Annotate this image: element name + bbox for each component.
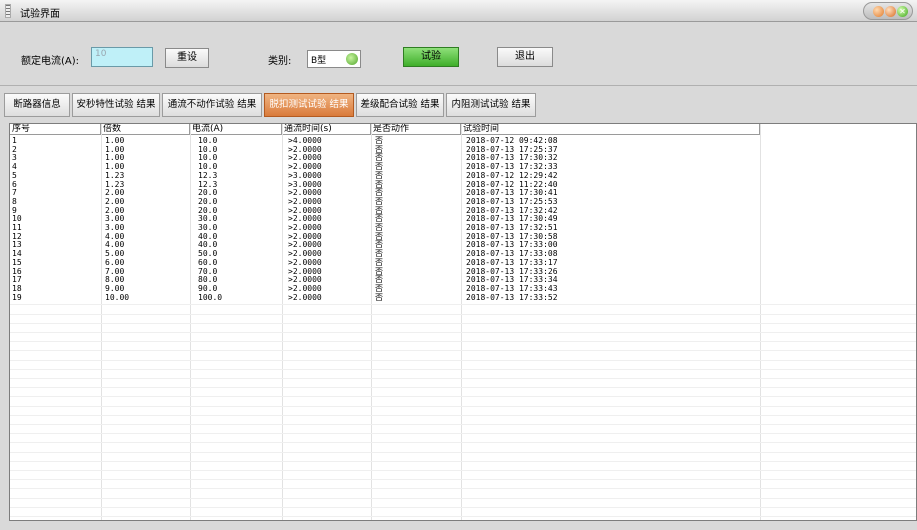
grid-row-line (10, 368, 916, 370)
grid-row-line (10, 488, 916, 490)
table-row[interactable]: 10 3.00 30.0 >2.0000 否 2018-07-13 17:30:49 (10, 215, 916, 224)
column-header-tripped[interactable]: 是否动作 (371, 124, 461, 135)
table-cell: 100.0 (198, 292, 223, 302)
grid-row-line (10, 506, 916, 508)
column-header-current[interactable]: 电流(A) (190, 124, 282, 135)
tab-selectivity[interactable]: 差级配合试验 结果 (356, 93, 444, 117)
test-button[interactable]: 试验 (403, 47, 459, 67)
column-header-multiple[interactable]: 倍数 (101, 124, 190, 135)
tab-no-trip[interactable]: 通流不动作试验 结果 (162, 93, 262, 117)
table-row[interactable]: 15 6.00 60.0 >2.0000 否 2018-07-13 17:33:17 (10, 258, 916, 268)
column-header-index[interactable]: 序号 (10, 124, 101, 135)
table-cell: 10.00 (105, 292, 130, 302)
grid-row-line (10, 469, 916, 471)
table-row[interactable]: 11 3.00 30.0 >2.0000 否 2018-07-13 17:32:51 (10, 223, 916, 233)
table-cell: 否 (375, 292, 383, 302)
type-select[interactable]: B型 (307, 50, 361, 68)
grid-row-line (10, 405, 916, 407)
grid-row-line (10, 304, 916, 306)
grid-row-line (10, 331, 916, 333)
grid-row-line (10, 433, 916, 435)
exit-button[interactable]: 退出 (497, 47, 553, 67)
table-row[interactable]: 17 8.00 80.0 >2.0000 否 2018-07-13 17:33:34 (10, 275, 916, 285)
window-title: 试验界面 (20, 9, 60, 20)
column-header-test-time[interactable]: 试验时间 (461, 124, 760, 135)
tab-ampere-second[interactable]: 安秒特性试验 结果 (72, 93, 160, 117)
grid-row-line (10, 497, 916, 499)
rated-current-label: 额定电流(A): (21, 56, 80, 67)
window-controls: ✕ (863, 2, 913, 20)
table-row[interactable]: 9 2.00 20.0 >2.0000 否 2018-07-13 17:32:42 (10, 206, 916, 216)
table-row[interactable]: 8 2.00 20.0 >2.0000 否 2018-07-13 17:25:53 (10, 197, 916, 207)
column-header-duration[interactable]: 通流时间(s) (282, 124, 371, 135)
tab-resistance[interactable]: 内阻测试试验 结果 (446, 93, 536, 117)
grid-row-line (10, 322, 916, 324)
title-bar: 试验界面 ✕ (0, 0, 917, 22)
minimize-icon[interactable] (873, 6, 884, 17)
reset-button[interactable]: 重设 (165, 48, 209, 68)
close-icon[interactable]: ✕ (897, 6, 908, 17)
table-header: 序号 倍数 电流(A) 通流时间(s) 是否动作 试验时间 (10, 124, 916, 135)
grid-row-line (10, 341, 916, 343)
grid-row-line (10, 460, 916, 462)
table-row[interactable]: 13 4.00 40.0 >2.0000 否 2018-07-13 17:33:00 (10, 241, 916, 250)
type-select-value: B型 (311, 56, 327, 66)
control-panel: 额定电流(A): 10 重设 类别: B型 试验 退出 (0, 22, 917, 86)
tab-breaker-info[interactable]: 断路器信息 (4, 93, 70, 117)
grid-row-line (10, 313, 916, 315)
table-row[interactable]: 12 4.00 40.0 >2.0000 否 2018-07-13 17:30:58 (10, 232, 916, 242)
table-row[interactable]: 19 10.00 100.0 >2.0000 否 2018-07-13 17:33:52 (10, 292, 916, 303)
table-cell: 19 (12, 292, 22, 302)
table-row[interactable]: 14 5.00 50.0 >2.0000 否 2018-07-13 17:33:08 (10, 249, 916, 259)
grid-row-line (10, 442, 916, 444)
grid-row-line (10, 377, 916, 379)
grid-row-line (10, 515, 916, 517)
grid-row-line (10, 387, 916, 389)
grip-icon (5, 4, 11, 18)
grid-row-line (10, 414, 916, 416)
dropdown-arrow-icon[interactable] (346, 53, 358, 65)
table-cell: >2.0000 (288, 292, 322, 302)
type-label: 类别: (268, 56, 292, 67)
grid-row-line (10, 350, 916, 352)
rated-current-input[interactable]: 10 (91, 47, 153, 67)
table-row[interactable]: 1 1.00 10.0 >4.0000 否 2018-07-12 09:42:08 (10, 136, 916, 146)
grid-row-line (10, 396, 916, 398)
table-row[interactable]: 18 9.00 90.0 >2.0000 否 2018-07-13 17:33:43 (10, 284, 916, 294)
table-row[interactable]: 6 1.23 12.3 >3.0000 否 2018-07-12 11:22:40 (10, 180, 916, 190)
table-row[interactable]: 2 1.00 10.0 >2.0000 否 2018-07-13 17:25:37 (10, 145, 916, 155)
table-row[interactable]: 7 2.00 20.0 >2.0000 否 2018-07-13 17:30:41 (10, 188, 916, 198)
table-row[interactable]: 4 1.00 10.0 >2.0000 否 2018-07-13 17:32:33 (10, 162, 916, 172)
table-row[interactable]: 3 1.00 10.0 >2.0000 否 2018-07-13 17:30:32 (10, 154, 916, 163)
table-row[interactable]: 16 7.00 70.0 >2.0000 否 2018-07-13 17:33:26 (10, 267, 916, 277)
result-tabs: 断路器信息 安秒特性试验 结果 通流不动作试验 结果 脱扣测试试验 结果 差级配… (0, 86, 917, 120)
grid-row-line (10, 451, 916, 453)
tab-trip-test[interactable]: 脱扣测试试验 结果 (264, 93, 354, 117)
grid-row-line (10, 479, 916, 481)
grid-row-line (10, 423, 916, 425)
table-row[interactable]: 5 1.23 12.3 >3.0000 否 2018-07-12 12:29:42 (10, 171, 916, 181)
table-cell: 2018-07-13 17:33:52 (466, 292, 558, 302)
grid-row-line (10, 359, 916, 361)
bottom-bar (0, 521, 917, 530)
maximize-icon[interactable] (885, 6, 896, 17)
results-table[interactable]: 序号 倍数 电流(A) 通流时间(s) 是否动作 试验时间 1 1.00 10.0 >… (9, 123, 917, 521)
